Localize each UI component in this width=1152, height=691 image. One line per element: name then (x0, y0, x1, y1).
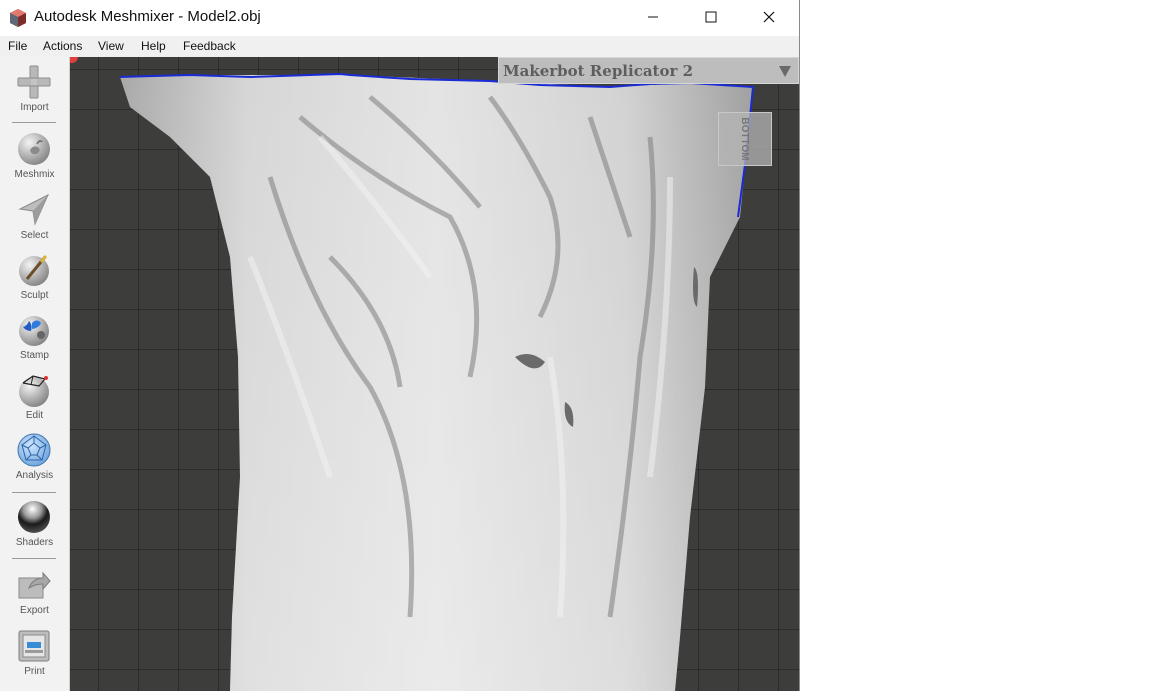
meshmixer-window: Autodesk Meshmixer - Model2.obj File Act… (0, 0, 800, 691)
tool-print[interactable]: Print (0, 629, 69, 687)
tool-sculpt[interactable]: Sculpt (0, 253, 69, 311)
tool-export-label: Export (20, 605, 49, 616)
toolbar-divider (12, 558, 56, 559)
menu-help[interactable]: Help (141, 39, 166, 53)
geodesic-sphere-icon (17, 433, 51, 467)
close-button[interactable] (740, 0, 798, 34)
tool-analysis[interactable]: Analysis (0, 433, 69, 491)
tool-sculpt-label: Sculpt (20, 290, 49, 301)
view-cube[interactable]: BOTTOM (718, 112, 772, 166)
tool-analysis-label: Analysis (15, 470, 54, 481)
tool-import[interactable]: Import (0, 65, 69, 123)
arrow-cursor-icon (18, 193, 50, 226)
stamp-sphere-icon (19, 316, 49, 346)
maximize-button[interactable] (682, 0, 740, 34)
minimize-icon (648, 16, 658, 18)
view-cube-face-label: BOTTOM (739, 117, 751, 161)
3d-viewport[interactable]: Makerbot Replicator 2 BOTTOM (70, 57, 799, 691)
tool-import-label: Import (20, 102, 49, 113)
toolbar-divider (12, 492, 56, 493)
tool-shaders[interactable]: Shaders (0, 500, 69, 558)
tool-stamp[interactable]: Stamp (0, 313, 69, 371)
menu-actions[interactable]: Actions (43, 39, 82, 53)
tool-export[interactable]: Export (0, 568, 69, 626)
chrome-sphere-icon (18, 501, 50, 533)
tool-print-label: Print (24, 666, 45, 677)
edit-sphere-icon (19, 375, 49, 407)
menu-file[interactable]: File (8, 39, 27, 53)
printer-selector[interactable]: Makerbot Replicator 2 (498, 57, 799, 84)
brush-sphere-icon (19, 255, 49, 286)
minimize-button[interactable] (624, 0, 682, 34)
tool-shaders-label: Shaders (15, 537, 54, 548)
printer-name: Makerbot Replicator 2 (503, 62, 694, 80)
tool-meshmix[interactable]: Meshmix (0, 132, 69, 190)
menu-feedback[interactable]: Feedback (183, 39, 236, 53)
meshmixer-logo-icon (10, 9, 26, 27)
tool-meshmix-label: Meshmix (14, 169, 55, 180)
close-icon (763, 11, 775, 23)
menu-view[interactable]: View (98, 39, 124, 53)
tool-edit-label: Edit (25, 410, 44, 421)
window-title: Autodesk Meshmixer - Model2.obj (34, 8, 261, 25)
maximize-icon (705, 11, 717, 23)
mesh-model[interactable] (70, 57, 799, 691)
tool-sidebar: Import Meshmix Select Sculpt Stamp Edit … (0, 57, 70, 691)
tool-stamp-label: Stamp (20, 350, 49, 361)
tool-select[interactable]: Select (0, 193, 69, 251)
bunny-sphere-icon (18, 133, 50, 165)
printer-icon (18, 630, 50, 662)
title-bar[interactable]: Autodesk Meshmixer - Model2.obj (0, 0, 799, 36)
plus-icon (17, 65, 51, 99)
dropdown-arrow-icon (779, 66, 791, 77)
tool-select-label: Select (20, 230, 49, 241)
menu-bar: File Actions View Help Feedback (0, 36, 799, 57)
toolbar-divider (12, 122, 56, 123)
tool-edit[interactable]: Edit (0, 373, 69, 431)
export-icon (18, 571, 51, 599)
